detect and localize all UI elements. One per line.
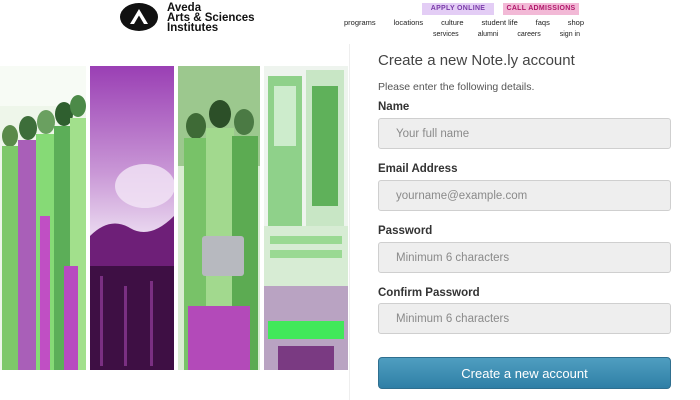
nav-link-services[interactable]: services — [433, 31, 459, 41]
password-field[interactable] — [378, 242, 671, 273]
photo-students-group — [0, 66, 86, 370]
photo-students-laptop — [178, 66, 260, 370]
email-label: Email Address — [378, 163, 458, 175]
name-field[interactable] — [378, 118, 671, 149]
purple-sky-image — [90, 66, 174, 370]
call-admissions-button[interactable]: CALL ADMISSIONS — [503, 3, 579, 15]
create-account-button[interactable]: Create a new account — [378, 357, 671, 389]
nav-link-programs[interactable]: programs — [344, 18, 376, 28]
nav-link-alumni[interactable]: alumni — [478, 31, 499, 41]
photo-building — [264, 66, 348, 370]
nav-link-locations[interactable]: locations — [394, 18, 424, 28]
brand-line-3: Institutes — [167, 22, 219, 34]
aveda-logo-icon[interactable] — [120, 3, 158, 31]
password-label: Password — [378, 225, 433, 237]
secondary-nav: services alumni careers sign in — [433, 31, 580, 41]
confirm-password-label: Confirm Password — [378, 287, 480, 299]
form-title: Create a new Note.ly account — [378, 52, 575, 69]
brand-name[interactable]: Aveda Arts & Sciences Institutes — [167, 2, 255, 34]
nav-link-culture[interactable]: culture — [441, 18, 464, 28]
students-laptop-image — [178, 66, 260, 370]
nav-link-faqs[interactable]: faqs — [536, 18, 550, 28]
form-subtitle: Please enter the following details. — [378, 81, 535, 93]
confirm-password-field[interactable] — [378, 303, 671, 334]
content-divider — [349, 44, 350, 400]
apply-online-button[interactable]: APPLY ONLINE — [422, 3, 494, 15]
building-image — [264, 66, 348, 370]
nav-link-shop[interactable]: shop — [568, 18, 584, 28]
email-field[interactable] — [378, 180, 671, 211]
primary-nav: programs locations culture student life … — [344, 18, 584, 28]
name-label: Name — [378, 101, 410, 113]
nav-link-student-life[interactable]: student life — [481, 18, 517, 28]
photo-collage — [0, 66, 348, 370]
nav-link-careers[interactable]: careers — [517, 31, 540, 41]
site-header: Aveda Arts & Sciences Institutes APPLY O… — [0, 0, 700, 44]
photo-purple-sky — [90, 66, 174, 370]
nav-link-sign-in[interactable]: sign in — [560, 31, 580, 41]
students-group-image — [0, 66, 86, 370]
